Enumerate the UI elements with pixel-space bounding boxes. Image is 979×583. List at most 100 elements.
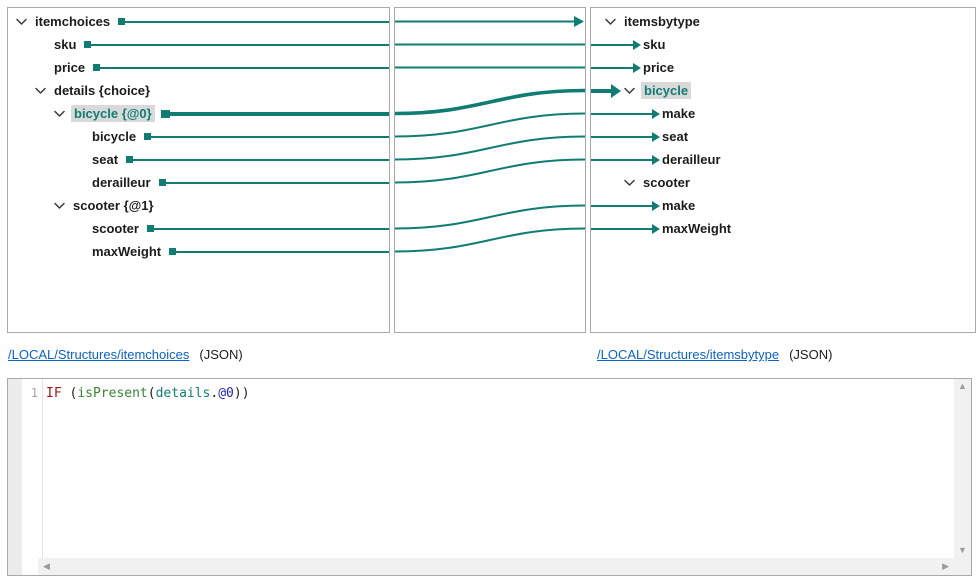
- target-structure-link[interactable]: /LOCAL/Structures/itemsbytype: [597, 347, 779, 362]
- node-label: price: [641, 60, 676, 75]
- tree-node-maxweight-child[interactable]: maxWeight: [591, 217, 975, 240]
- tree-node-itemchoices[interactable]: itemchoices: [8, 10, 389, 33]
- tree-node-price[interactable]: price: [591, 56, 975, 79]
- chevron-down-icon[interactable]: [16, 18, 33, 26]
- connector-line: [176, 251, 389, 253]
- node-label: sku: [52, 37, 78, 52]
- line-number: 1: [22, 386, 38, 400]
- tree-node-scooter[interactable]: scooter: [8, 217, 389, 240]
- tree-node-price[interactable]: price: [8, 56, 389, 79]
- tree-node-itemsbytype[interactable]: itemsbytype: [591, 10, 975, 33]
- tree-node-maxweight[interactable]: maxWeight: [8, 240, 389, 263]
- chevron-down-icon[interactable]: [624, 179, 641, 187]
- code-line[interactable]: IF (isPresent(details.@0)): [46, 385, 953, 402]
- incoming-arrow: [591, 67, 633, 69]
- tree-node-seat[interactable]: seat: [8, 148, 389, 171]
- incoming-arrow: [591, 89, 611, 93]
- mapping-lines-panel: [394, 7, 586, 333]
- connector-stub[interactable]: [93, 64, 100, 71]
- incoming-arrow: [591, 159, 652, 161]
- tree-node-scooter[interactable]: scooter: [591, 171, 975, 194]
- scroll-up-icon[interactable]: ▲: [958, 382, 967, 391]
- tree-node-sku[interactable]: sku: [8, 33, 389, 56]
- target-resource-row: /LOCAL/Structures/itemsbytype (JSON): [597, 347, 832, 362]
- connector-line: [170, 112, 389, 116]
- incoming-arrow: [591, 113, 652, 115]
- chevron-down-icon[interactable]: [54, 110, 71, 118]
- connector-stub[interactable]: [84, 41, 91, 48]
- scroll-down-icon[interactable]: ▼: [958, 546, 967, 555]
- node-label: seat: [90, 152, 120, 167]
- scrollbar-corner: [954, 558, 971, 575]
- tree-node-make-child[interactable]: make: [591, 102, 975, 125]
- node-label: make: [660, 198, 697, 213]
- connector-stub[interactable]: [161, 110, 170, 118]
- scroll-right-icon[interactable]: ▶: [942, 562, 949, 571]
- code-token-plain: (: [62, 386, 78, 401]
- connector-line: [151, 136, 389, 138]
- tree-node-sku[interactable]: sku: [591, 33, 975, 56]
- connector-stub[interactable]: [126, 156, 133, 163]
- connector-stub[interactable]: [159, 179, 166, 186]
- code-token-plain: )): [234, 386, 250, 401]
- vertical-scrollbar[interactable]: ▲ ▼: [954, 379, 971, 558]
- target-schema-panel: itemsbytype sku price bicycle make seat derail…: [590, 7, 976, 333]
- tree-node-bicycle-0[interactable]: bicycle {@0}: [8, 102, 389, 125]
- node-label: derailleur: [660, 152, 723, 167]
- node-label: seat: [660, 129, 690, 144]
- mapping-connection[interactable]: [395, 137, 585, 160]
- chevron-down-icon[interactable]: [624, 87, 641, 95]
- node-label: maxWeight: [660, 221, 733, 236]
- connector-line: [100, 67, 389, 69]
- chevron-down-icon[interactable]: [605, 18, 622, 26]
- node-label: scooter {@1}: [71, 198, 156, 213]
- node-label: make: [660, 106, 697, 121]
- node-label: scooter: [641, 175, 692, 190]
- tree-node-make-child[interactable]: make: [591, 194, 975, 217]
- connector-line: [91, 44, 389, 46]
- connector-stub[interactable]: [118, 18, 125, 25]
- node-label: bicycle: [90, 129, 138, 144]
- chevron-down-icon[interactable]: [54, 202, 71, 210]
- node-label: itemchoices: [33, 14, 112, 29]
- tree-node-details-choice[interactable]: details {choice}: [8, 79, 389, 102]
- connector-stub[interactable]: [169, 248, 176, 255]
- expression-editor[interactable]: 1 IF (isPresent(details.@0)) ▲ ▼ ◀ ▶: [7, 378, 972, 576]
- node-label: details {choice}: [52, 83, 152, 98]
- mapping-lines: [395, 8, 585, 332]
- connector-line: [154, 228, 389, 230]
- source-resource-row: /LOCAL/Structures/itemchoices (JSON): [8, 347, 243, 362]
- tree-node-scooter-1[interactable]: scooter {@1}: [8, 194, 389, 217]
- tree-node-bicycle[interactable]: bicycle: [591, 79, 975, 102]
- node-label: sku: [641, 37, 667, 52]
- arrowhead-icon: [574, 16, 584, 27]
- connector-stub[interactable]: [147, 225, 154, 232]
- node-label: price: [52, 60, 87, 75]
- tree-node-bicycle[interactable]: bicycle: [8, 125, 389, 148]
- node-label: maxWeight: [90, 244, 163, 259]
- mapping-connection[interactable]: [395, 114, 585, 137]
- connector-stub[interactable]: [144, 133, 151, 140]
- node-label: bicycle {@0}: [71, 105, 155, 122]
- mapping-connection[interactable]: [395, 206, 585, 229]
- mapping-connection[interactable]: [395, 160, 585, 183]
- mapping-connection[interactable]: [395, 229, 585, 252]
- source-structure-link[interactable]: /LOCAL/Structures/itemchoices: [8, 347, 189, 362]
- horizontal-scrollbar[interactable]: ◀ ▶: [38, 558, 954, 575]
- tree-node-derailleur[interactable]: derailleur: [8, 171, 389, 194]
- connector-line: [166, 182, 389, 184]
- tree-node-seat-child[interactable]: seat: [591, 125, 975, 148]
- tree-node-derailleur-child[interactable]: derailleur: [591, 148, 975, 171]
- source-format-label: (JSON): [199, 347, 242, 362]
- node-label: scooter: [90, 221, 141, 236]
- chevron-down-icon[interactable]: [35, 87, 52, 95]
- connector-line: [133, 159, 389, 161]
- connector-line: [125, 21, 389, 23]
- target-format-label: (JSON): [789, 347, 832, 362]
- scroll-left-icon[interactable]: ◀: [43, 562, 50, 571]
- code-token-keyword: IF: [46, 386, 62, 401]
- mapping-connection[interactable]: [395, 91, 585, 114]
- source-schema-panel: itemchoices sku price details {choice} bicyc…: [7, 7, 390, 333]
- node-label: bicycle: [641, 82, 691, 99]
- code-token-plain: (: [148, 386, 156, 401]
